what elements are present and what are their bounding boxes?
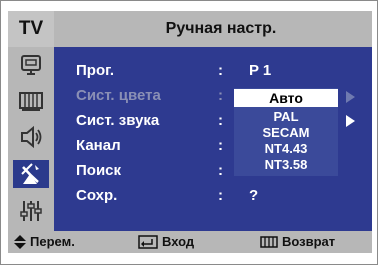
menu-item-channel[interactable]: Канал bbox=[76, 135, 121, 157]
picture-icon[interactable] bbox=[13, 87, 49, 115]
separator: : bbox=[218, 137, 223, 154]
separator: : bbox=[218, 162, 223, 179]
sound-icon[interactable] bbox=[13, 123, 49, 151]
dropdown-option-nt443[interactable]: NT4.43 bbox=[234, 141, 338, 157]
menu-item-prog[interactable]: Прог. bbox=[76, 60, 114, 82]
return-label: Возврат bbox=[282, 234, 336, 249]
store-value: ? bbox=[249, 187, 259, 204]
footer-hints: Перем. Вход Возврат bbox=[8, 231, 372, 253]
sidebar bbox=[8, 47, 54, 231]
channel-icon[interactable] bbox=[13, 160, 49, 188]
input-icon[interactable] bbox=[13, 51, 49, 79]
page-title: Ручная настр. bbox=[165, 20, 277, 37]
move-label: Перем. bbox=[30, 234, 75, 249]
separator: : bbox=[218, 187, 223, 204]
dropdown-option-pal[interactable]: PAL bbox=[234, 109, 338, 125]
color-system-dropdown[interactable]: Авто PAL SECAM NT4.43 NT3.58 bbox=[234, 88, 338, 176]
tv-label: TV bbox=[8, 11, 54, 47]
enter-icon bbox=[138, 235, 158, 249]
osd-header: TV Ручная настр. bbox=[8, 11, 372, 47]
return-hint: Возврат bbox=[260, 231, 335, 253]
prog-value: P 1 bbox=[249, 62, 272, 79]
dropdown-option-auto[interactable]: Авто bbox=[234, 89, 338, 107]
osd-frame: TV Ручная настр. Прог.: P 1 Сист. цвета… bbox=[0, 0, 378, 265]
menu-item-search[interactable]: Поиск bbox=[76, 160, 121, 182]
menu-item-store[interactable]: Сохр. bbox=[76, 185, 117, 207]
separator: : bbox=[218, 62, 223, 79]
enter-label: Вход bbox=[162, 234, 195, 249]
separator: : bbox=[218, 112, 223, 129]
arrow-right-icon bbox=[346, 91, 355, 103]
menu-item-color-system[interactable]: Сист. цвета bbox=[76, 85, 161, 107]
setup-icon[interactable] bbox=[13, 197, 49, 225]
arrow-right-icon bbox=[346, 115, 355, 127]
up-down-arrows-icon bbox=[14, 235, 26, 249]
menu-panel: Прог. : P 1 Сист. цвета : Сист. звука : … bbox=[54, 47, 372, 231]
dropdown-option-secam[interactable]: SECAM bbox=[234, 125, 338, 141]
enter-hint: Вход bbox=[138, 231, 194, 253]
menu-icon bbox=[260, 236, 278, 248]
menu-item-sound-system[interactable]: Сист. звука bbox=[76, 110, 159, 132]
separator: : bbox=[218, 87, 223, 104]
dropdown-option-nt358[interactable]: NT3.58 bbox=[234, 157, 338, 173]
move-hint: Перем. bbox=[14, 231, 75, 253]
